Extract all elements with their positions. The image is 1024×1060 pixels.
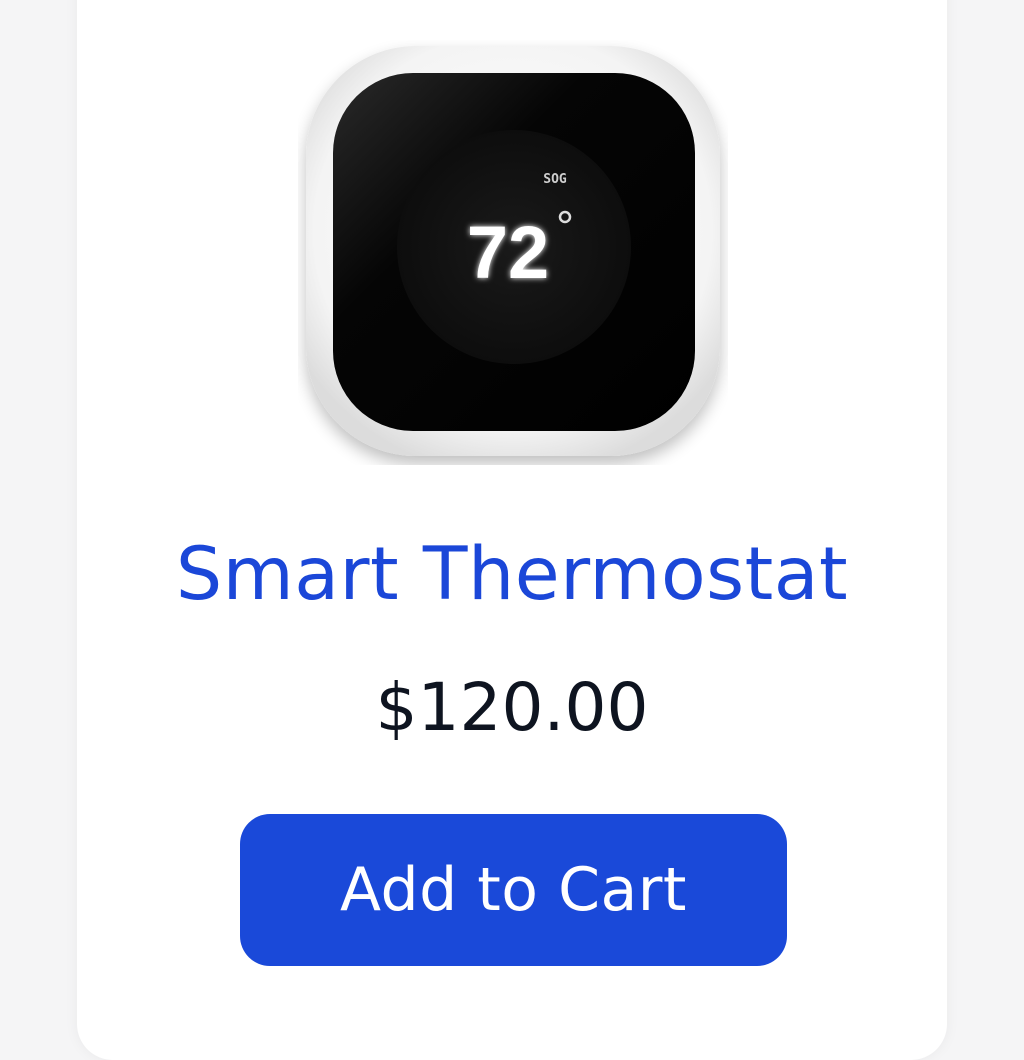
thermostat-image: SOG 72 bbox=[298, 40, 728, 465]
add-to-cart-button[interactable]: Add to Cart bbox=[240, 814, 787, 966]
product-price: $120.00 bbox=[375, 669, 649, 746]
thermostat-temperature: 72 bbox=[467, 211, 549, 294]
product-title: Smart Thermostat bbox=[175, 532, 849, 617]
thermostat-mode-label: SOG bbox=[543, 172, 567, 187]
